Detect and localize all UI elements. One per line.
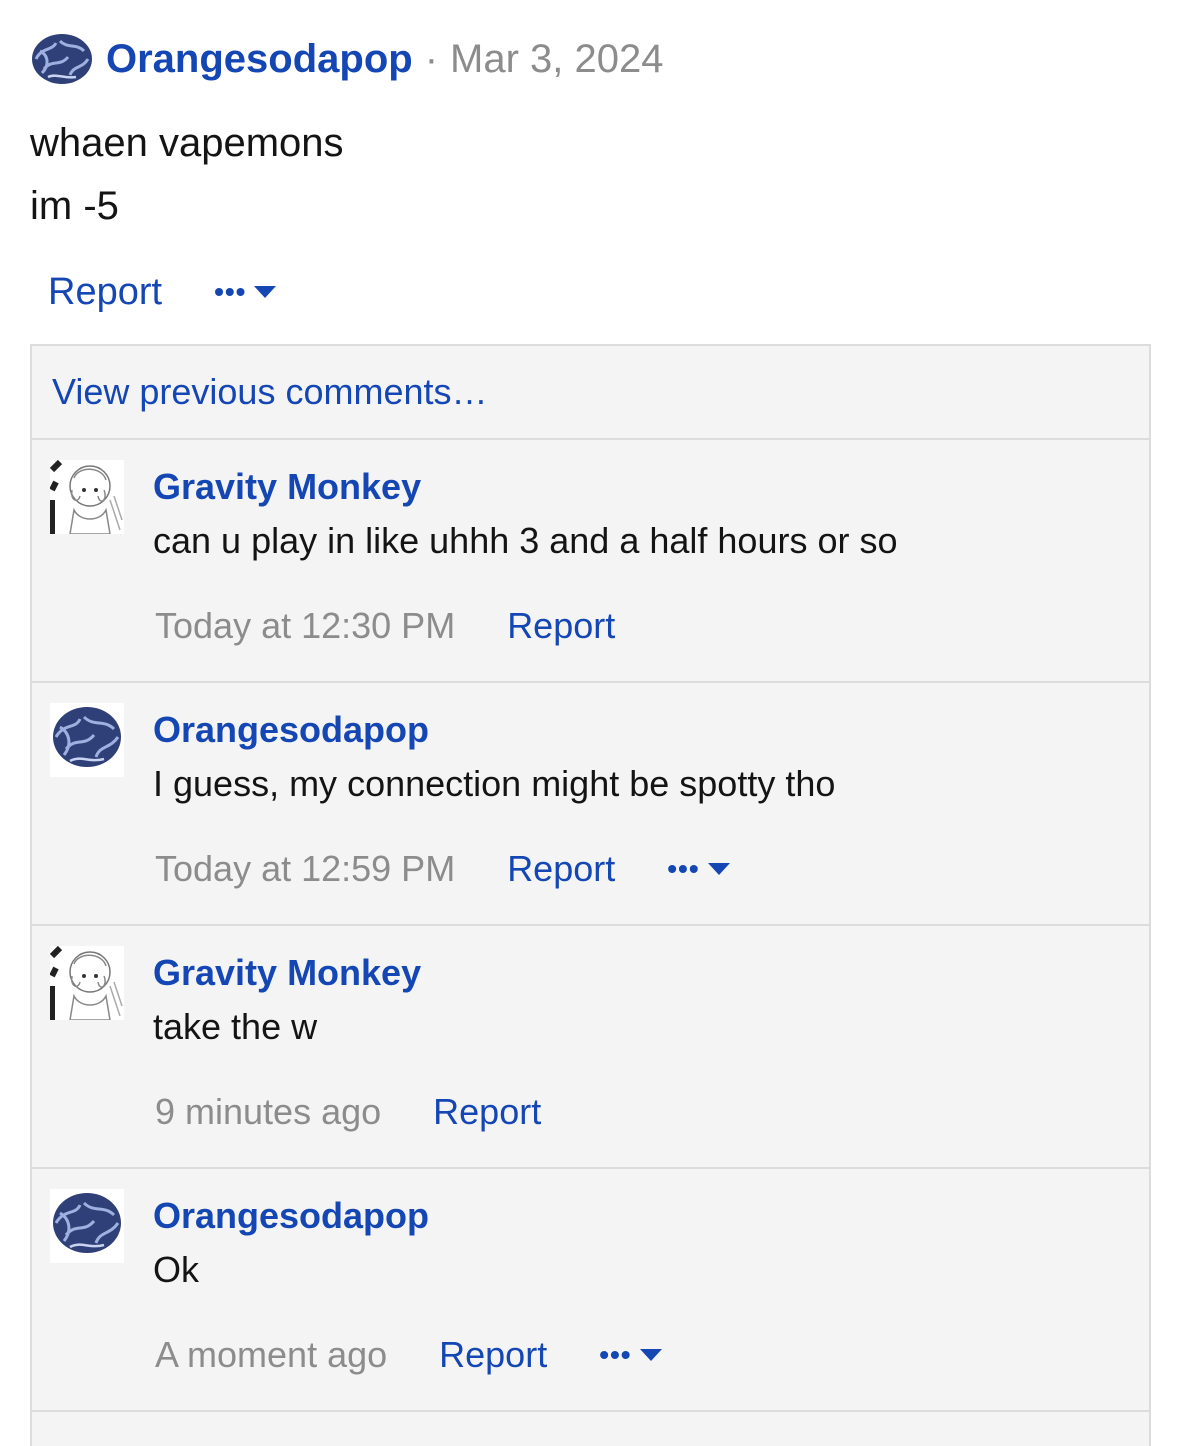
comment-author-link[interactable]: Gravity Monkey	[153, 952, 421, 994]
brain-avatar-icon[interactable]	[50, 1189, 124, 1263]
comment-time: Today at 12:30 PM	[155, 605, 456, 646]
comment-meta: A moment ago Report •••	[155, 1331, 662, 1379]
comments-panel: View previous comments… Gravity Monkey c…	[30, 344, 1151, 1446]
caret-down-icon	[639, 1349, 662, 1361]
post-date: Mar 3, 2024	[450, 36, 664, 81]
brain-avatar-icon[interactable]	[30, 29, 94, 89]
girl-sketch-avatar-icon[interactable]	[50, 460, 124, 534]
brain-avatar-icon[interactable]	[50, 703, 124, 777]
comment-item: Gravity Monkey take the w 9 minutes ago …	[32, 926, 1149, 1169]
comment-meta: Today at 12:30 PM Report	[155, 602, 615, 650]
comment-meta: 9 minutes ago Report	[155, 1088, 541, 1136]
comment-text: can u play in like uhhh 3 and a half hou…	[153, 520, 898, 561]
post-header: Orangesodapop · Mar 3, 2024	[30, 28, 664, 90]
more-dots-icon: •••	[599, 1339, 632, 1370]
comment-text: I guess, my connection might be spotty t…	[153, 763, 836, 804]
comment-report-link[interactable]: Report	[507, 848, 615, 890]
caret-down-icon	[707, 863, 730, 875]
comment-author-link[interactable]: Gravity Monkey	[153, 466, 421, 508]
comment-meta: Today at 12:59 PM Report •••	[155, 845, 730, 893]
comment-item: Orangesodapop Ok A moment ago Report •••	[32, 1169, 1149, 1412]
comment-more-menu[interactable]: •••	[667, 853, 730, 885]
view-previous-comments-link[interactable]: View previous comments…	[52, 371, 488, 413]
comment-more-menu[interactable]: •••	[599, 1339, 662, 1371]
comment-text: take the w	[153, 1006, 318, 1047]
more-dots-icon: •••	[667, 853, 700, 884]
post-actions: Report •••	[48, 266, 277, 318]
post-body: whaen vapemons im -5	[30, 112, 344, 238]
comment-time: 9 minutes ago	[155, 1091, 382, 1132]
comment-report-link[interactable]: Report	[439, 1334, 547, 1376]
comment-time: Today at 12:59 PM	[155, 848, 456, 889]
comment-item: Gravity Monkey can u play in like uhhh 3…	[32, 440, 1149, 683]
comment-text: Ok	[153, 1249, 200, 1290]
post-body-line: im -5	[30, 184, 119, 228]
comment-item: Orangesodapop I guess, my connection mig…	[32, 683, 1149, 926]
girl-sketch-avatar-icon[interactable]	[50, 946, 124, 1020]
post-separator: ·	[424, 36, 439, 81]
comment-author-link[interactable]: Orangesodapop	[153, 1195, 429, 1237]
comment-author-link[interactable]: Orangesodapop	[153, 709, 429, 751]
post-report-link[interactable]: Report	[48, 271, 162, 314]
comment-report-link[interactable]: Report	[433, 1091, 541, 1133]
comment-report-link[interactable]: Report	[507, 605, 615, 647]
more-dots-icon: •••	[214, 276, 247, 307]
post-more-menu[interactable]: •••	[214, 276, 277, 308]
comment-time: A moment ago	[155, 1334, 388, 1375]
view-previous-row: View previous comments…	[32, 346, 1149, 440]
post-body-line: whaen vapemons	[30, 121, 344, 165]
caret-down-icon	[254, 286, 277, 298]
post-author-link[interactable]: Orangesodapop	[106, 37, 413, 82]
